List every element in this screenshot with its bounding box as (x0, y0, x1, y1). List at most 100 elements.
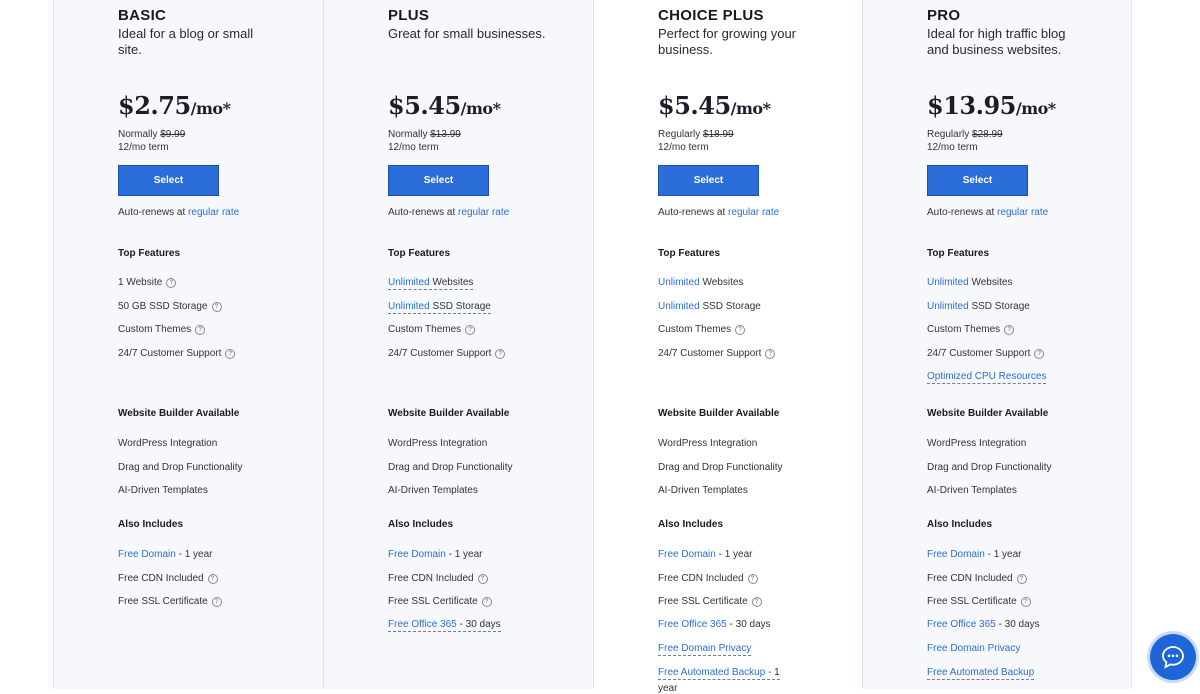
included-text[interactable]: Free Domain Privacy (658, 643, 752, 656)
autorenew-note: Auto-renews at regular rate (927, 207, 1048, 218)
help-icon[interactable]: ? (1020, 597, 1031, 607)
help-icon[interactable]: ? (211, 597, 222, 607)
plan-name: CHOICE PLUS (658, 7, 764, 24)
plan-price: $2.75/mo* (118, 91, 231, 124)
feature-item: Custom Themes? (927, 324, 1015, 335)
normal-price: Regularly $28.99 (927, 128, 1056, 141)
help-icon[interactable]: ? (477, 574, 488, 584)
feature-label: 24/7 Customer Support (658, 348, 762, 359)
help-icon[interactable]: ? (747, 574, 758, 584)
builder-item: Drag and Drop Functionality (118, 462, 243, 473)
included-link[interactable]: Free Office 365 (927, 619, 996, 630)
term-text: 12/mo term (118, 142, 169, 153)
regular-rate-link[interactable]: regular rate (997, 207, 1048, 218)
included-link[interactable]: Free Domain (118, 549, 176, 560)
feature-text[interactable]: Unlimited SSD Storage (388, 301, 491, 314)
chat-button[interactable] (1150, 634, 1196, 680)
help-icon[interactable]: ? (735, 325, 746, 335)
term-text: 12/mo term (927, 142, 978, 153)
feature-link[interactable]: Unlimited (388, 301, 430, 312)
included-text: Free Office 365 - 30 days (927, 619, 1040, 630)
included-text: Free SSL Certificate (927, 596, 1017, 607)
price-unit: /mo* (460, 99, 501, 118)
feature-text: Unlimited SSD Storage (658, 301, 761, 312)
help-icon[interactable]: ? (751, 597, 762, 607)
plan-header: CHOICE PLUS Perfect for growing your busi… (658, 8, 852, 57)
builder-item: Drag and Drop Functionality (927, 462, 1052, 473)
feature-label: SSD Storage (699, 301, 761, 312)
feature-label: 24/7 Customer Support (118, 348, 222, 359)
select-button[interactable]: Select (658, 165, 759, 196)
included-text: Free CDN Included (388, 573, 474, 584)
plan-price: $5.45/mo* (658, 91, 771, 124)
help-icon[interactable]: ? (195, 325, 206, 335)
help-icon[interactable]: ? (481, 597, 492, 607)
feature-link[interactable]: Unlimited (388, 277, 430, 288)
help-icon[interactable]: ? (1016, 574, 1027, 584)
price-block: $2.75/mo* Normally $9.99 12/mo term (118, 91, 231, 154)
price-unit: /mo* (190, 99, 231, 118)
feature-text[interactable]: Unlimited Websites (388, 277, 474, 290)
regular-rate-link[interactable]: regular rate (458, 207, 509, 218)
included-link[interactable]: Free Automated Backup (658, 667, 765, 678)
included-item: Free CDN Included? (388, 573, 488, 584)
help-icon[interactable]: ? (495, 349, 506, 359)
price-amount: $5.45 (388, 91, 461, 120)
help-icon[interactable]: ? (166, 278, 177, 288)
builder-title: Website Builder Available (927, 408, 1049, 419)
plan-column-basic: BASIC Ideal for a blog or small site. $2.7… (53, 0, 323, 689)
included-item: Free SSL Certificate? (927, 596, 1031, 607)
builder-title: Website Builder Available (658, 408, 780, 419)
feature-link[interactable]: Unlimited (927, 301, 969, 312)
included-link[interactable]: Free Domain Privacy (658, 643, 751, 654)
top-features-title: Top Features (927, 248, 990, 259)
included-link[interactable]: Free Automated Backup (927, 667, 1034, 678)
feature-link[interactable]: Unlimited (658, 301, 700, 312)
included-link[interactable]: Free Domain (388, 549, 446, 560)
builder-item: WordPress Integration (388, 438, 488, 449)
help-icon[interactable]: ? (765, 349, 776, 359)
regular-rate-link[interactable]: regular rate (728, 207, 779, 218)
plan-header: PRO Ideal for high traffic blog and busin… (927, 8, 1121, 57)
help-icon[interactable]: ? (207, 574, 218, 584)
help-icon[interactable]: ? (211, 302, 222, 312)
included-text[interactable]: Free Automated Backup (927, 667, 1035, 680)
included-text[interactable]: Free Office 365 - 30 days (388, 619, 501, 632)
included-link[interactable]: Free Domain (658, 549, 716, 560)
help-icon[interactable]: ? (1034, 349, 1045, 359)
included-link[interactable]: Free Office 365 (658, 619, 727, 630)
builder-title: Website Builder Available (118, 408, 240, 419)
feature-link[interactable]: Unlimited (927, 277, 969, 288)
included-item: Free Office 365 - 30 days (388, 619, 501, 632)
help-icon[interactable]: ? (1004, 325, 1015, 335)
included-label: Free SSL Certificate (658, 596, 748, 607)
feature-item: 24/7 Customer Support? (388, 348, 506, 359)
included-label: - 1 year (715, 549, 753, 560)
included-link[interactable]: Free Domain (927, 549, 985, 560)
included-text[interactable]: Free Automated Backup - 1 (658, 667, 780, 680)
builder-item: WordPress Integration (118, 438, 218, 449)
price-amount: $2.75 (118, 91, 191, 120)
regular-rate-link[interactable]: regular rate (188, 207, 239, 218)
included-text: Free Office 365 - 30 days (658, 619, 771, 630)
help-icon[interactable]: ? (465, 325, 476, 335)
feature-text[interactable]: Optimized CPU Resources (927, 371, 1047, 384)
builder-item: Drag and Drop Functionality (388, 462, 513, 473)
feature-label: 24/7 Customer Support (388, 348, 492, 359)
included-link[interactable]: Free Office 365 (388, 619, 457, 630)
feature-link[interactable]: Unlimited (658, 277, 700, 288)
included-text: Free CDN Included (118, 573, 204, 584)
select-button[interactable]: Select (388, 165, 489, 196)
included-label: - 1 year (175, 549, 213, 560)
feature-item: Unlimited SSD Storage (927, 301, 1030, 312)
included-item: Free Domain Privacy (927, 643, 1020, 654)
feature-link[interactable]: Optimized CPU Resources (927, 371, 1046, 382)
included-link[interactable]: Free Domain Privacy (927, 643, 1020, 654)
feature-text: 24/7 Customer Support (388, 348, 491, 359)
feature-label: Websites (968, 277, 1013, 288)
select-button[interactable]: Select (927, 165, 1028, 196)
select-button[interactable]: Select (118, 165, 219, 196)
included-item: Free CDN Included? (118, 573, 218, 584)
included-label: - 1 year (445, 549, 483, 560)
help-icon[interactable]: ? (225, 349, 236, 359)
